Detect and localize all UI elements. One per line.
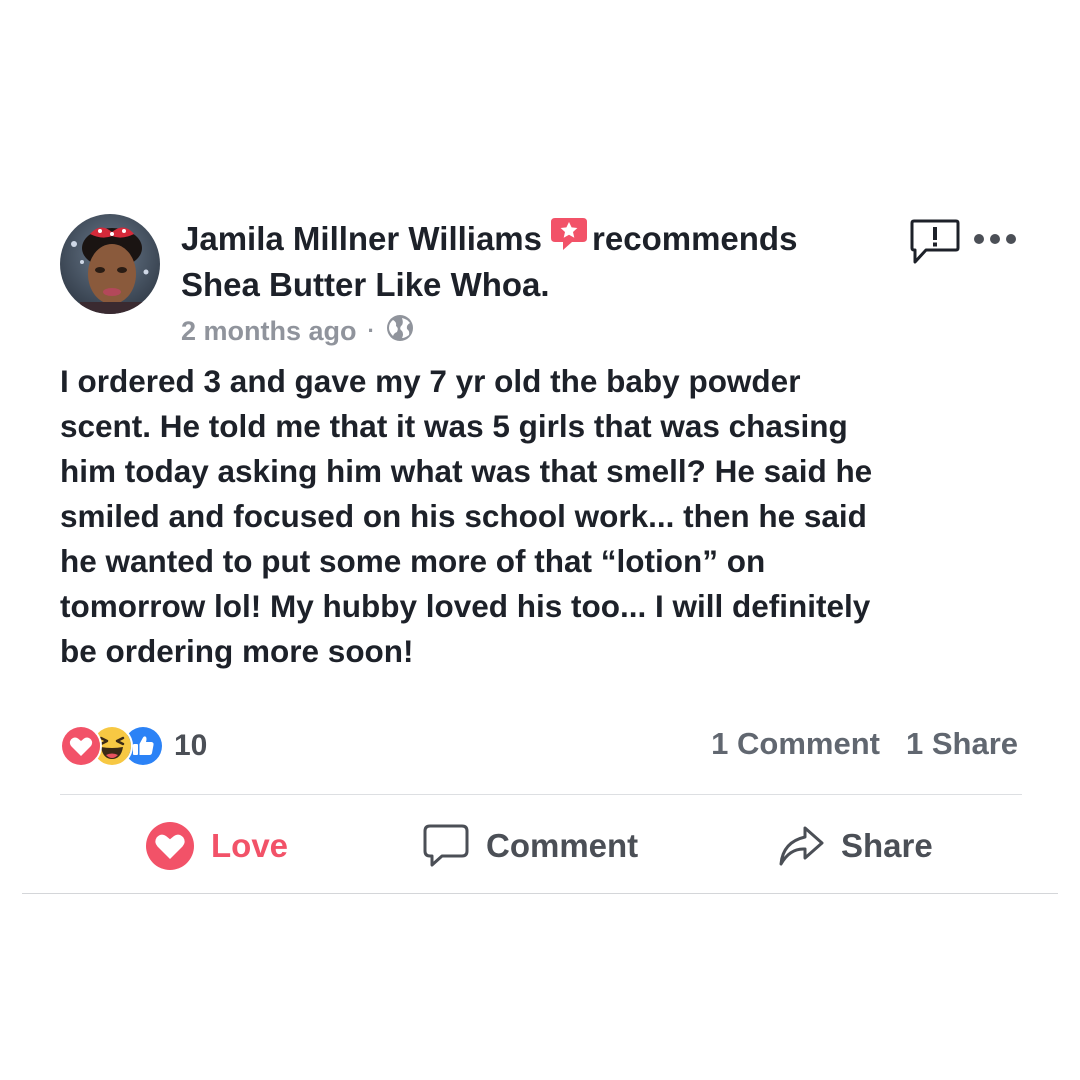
recommend-star-icon	[550, 216, 588, 263]
love-icon	[146, 822, 194, 870]
globe-icon[interactable]	[386, 314, 414, 349]
post-header: Jamila Millner Williams recommends Shea …	[181, 216, 896, 307]
love-reaction-icon	[60, 725, 102, 767]
share-label: Share	[841, 827, 933, 864]
engagement-counts: 1 Comment 1 Share	[711, 726, 1018, 762]
post-meta: 2 months ago ·	[181, 313, 414, 349]
meta-separator: ·	[367, 318, 375, 343]
love-label: Love	[211, 827, 289, 864]
reactions-summary[interactable]: 10	[60, 725, 207, 767]
avatar-photo	[60, 214, 160, 314]
share-icon	[779, 826, 824, 866]
action-bar: Love Comment Share	[0, 816, 1080, 876]
recommends-text: recommends	[592, 220, 798, 257]
avatar[interactable]	[60, 214, 160, 314]
author-name[interactable]: Jamila Millner Williams	[181, 220, 542, 257]
divider	[60, 794, 1022, 795]
post-body: I ordered 3 and gave my 7 yr old the bab…	[60, 363, 873, 669]
report-icon[interactable]	[910, 218, 960, 271]
timestamp[interactable]: 2 months ago	[181, 316, 357, 347]
post-card: Jamila Millner Williams recommends Shea …	[0, 0, 1080, 1080]
comment-button[interactable]: Comment	[422, 816, 638, 876]
divider	[22, 893, 1058, 894]
comment-count-link[interactable]: 1 Comment	[711, 726, 880, 762]
comment-icon	[423, 824, 469, 867]
page-name-link[interactable]: Shea Butter Like Whoa.	[181, 266, 550, 303]
more-options-icon[interactable]	[973, 232, 1017, 251]
reaction-count: 10	[174, 729, 208, 762]
share-button[interactable]: Share	[777, 816, 933, 876]
share-count-link[interactable]: 1 Share	[906, 726, 1018, 762]
comment-label: Comment	[486, 827, 639, 864]
love-button[interactable]: Love	[145, 816, 288, 876]
